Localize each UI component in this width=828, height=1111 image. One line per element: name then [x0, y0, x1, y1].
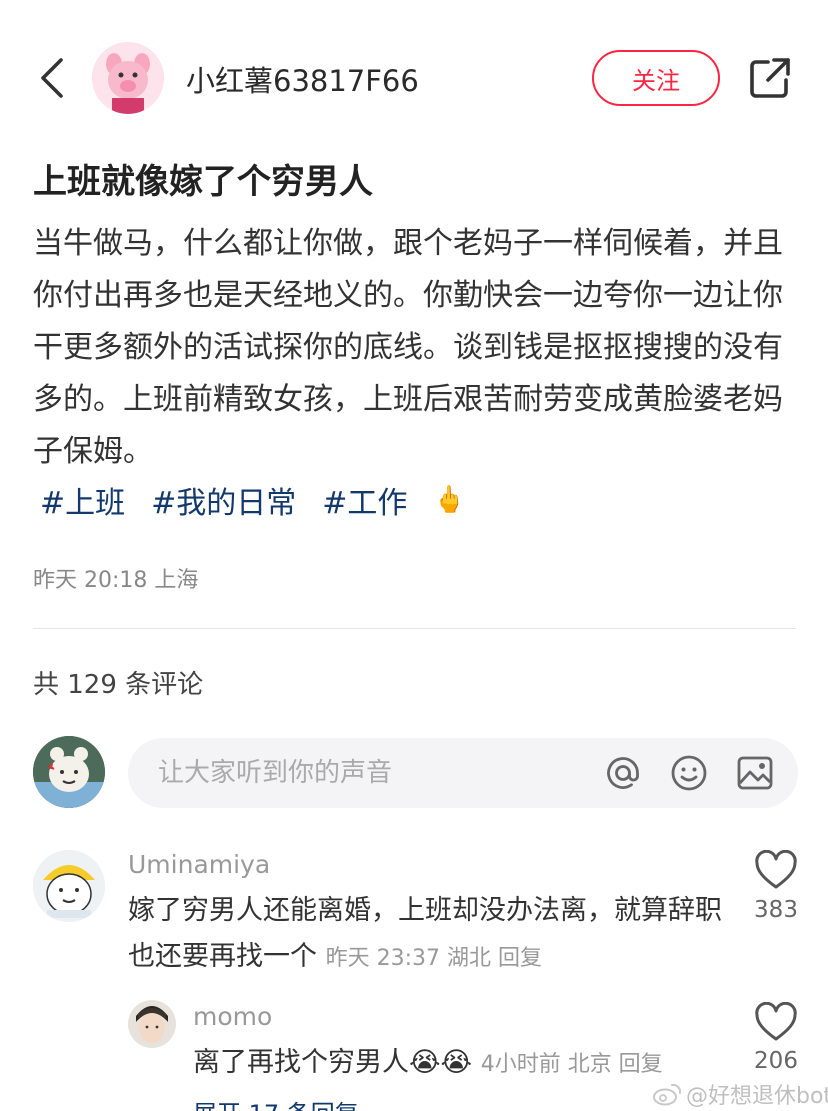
my-avatar[interactable]: [33, 736, 105, 808]
emoji-icon[interactable]: [670, 754, 708, 792]
watermark-text: @好想退休bot: [686, 1084, 828, 1109]
post-title: 上班就像嫁了个穷男人: [33, 162, 373, 202]
author-avatar[interactable]: [92, 42, 164, 114]
tag-daily[interactable]: #我的日常: [151, 478, 296, 522]
commenter-avatar[interactable]: [128, 1000, 176, 1048]
heart-icon[interactable]: [754, 850, 798, 890]
post-tags: #上班 #我的日常 #工作 🖕: [40, 478, 466, 522]
follow-button[interactable]: 关注: [592, 50, 720, 106]
crying-emojis: 😭😭: [409, 1047, 473, 1078]
comment-input-bar: [128, 738, 798, 808]
comment-meta[interactable]: 昨天 23:37 湖北 回复: [326, 946, 542, 971]
divider: [33, 628, 796, 629]
commenter-username[interactable]: Uminamiya: [128, 850, 270, 879]
heart-icon[interactable]: [754, 1002, 798, 1042]
chevron-left-icon: [41, 58, 63, 98]
tag-shangban[interactable]: #上班: [40, 478, 125, 522]
at-mention-icon[interactable]: [604, 754, 642, 792]
share-icon: [750, 58, 790, 98]
watermark: @好想退休bot: [652, 1078, 828, 1110]
author-username[interactable]: 小红薯63817F66: [186, 58, 419, 100]
expand-replies-link[interactable]: 展开 17 条回复: [193, 1094, 359, 1111]
comment-input[interactable]: [158, 738, 598, 808]
post-body: 当牛做马，什么都让你做，跟个老妈子一样伺候着，并且你付出再多也是天经地义的。你勤…: [33, 226, 783, 469]
middle-finger-emoji: 🖕: [433, 485, 466, 515]
commenter-username[interactable]: momo: [193, 1002, 272, 1031]
tag-work[interactable]: #工作: [322, 478, 407, 522]
like-count: 383: [754, 897, 798, 923]
commenter-avatar[interactable]: [33, 850, 105, 922]
back-button[interactable]: [32, 55, 72, 101]
image-icon[interactable]: [736, 754, 774, 792]
comment-meta[interactable]: 4小时前 北京 回复: [481, 1052, 663, 1077]
share-button[interactable]: [746, 54, 794, 102]
post-meta: 昨天 20:18 上海: [33, 568, 199, 593]
weibo-logo-icon: [653, 1083, 682, 1106]
comment-content: 离了再找个穷男人: [193, 1047, 409, 1078]
comment-count: 共 129 条评论: [33, 670, 204, 700]
post-header: 小红薯63817F66 关注: [0, 0, 828, 160]
comment-text: 嫁了穷男人还能离婚，上班却没办法离，就算辞职也还要再找一个 昨天 23:37 湖…: [128, 888, 728, 982]
like-count: 206: [754, 1048, 798, 1074]
